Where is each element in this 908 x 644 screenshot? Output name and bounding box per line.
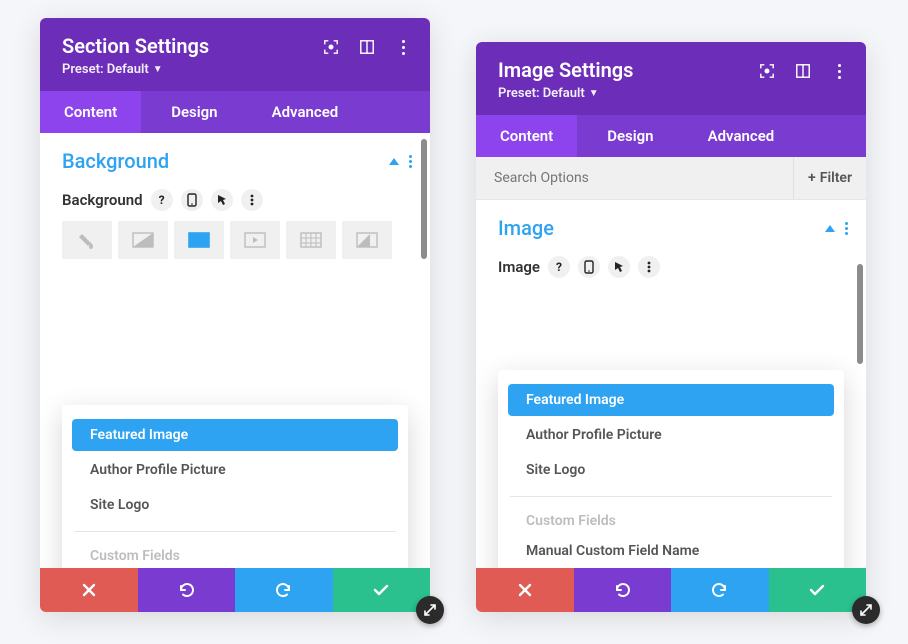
scrollbar-thumb[interactable]: [421, 139, 427, 259]
cancel-button[interactable]: [40, 568, 138, 612]
tabs: Content Design Advanced: [476, 115, 866, 157]
panel-body: + Filter Image Image ?: [476, 157, 866, 612]
cursor-icon[interactable]: [211, 189, 233, 211]
option-more-icon[interactable]: [241, 189, 263, 211]
tab-advanced[interactable]: Advanced: [248, 91, 363, 133]
tab-design[interactable]: Design: [577, 115, 683, 157]
search-row: + Filter: [476, 157, 866, 200]
filter-label: Filter: [820, 170, 852, 186]
search-input[interactable]: [476, 157, 793, 199]
section-header-icons: [389, 155, 412, 168]
scrollbar-thumb[interactable]: [857, 264, 863, 364]
section-more-icon[interactable]: [409, 155, 412, 168]
device-icon[interactable]: [578, 256, 600, 278]
focus-icon[interactable]: [758, 62, 776, 80]
confirm-button[interactable]: [333, 568, 431, 612]
scroll-area: Image Image ? Featu: [476, 200, 866, 568]
plus-icon: +: [808, 170, 816, 186]
dynamic-content-dropdown: Featured Image Author Profile Picture Si…: [498, 370, 844, 568]
preset-dropdown[interactable]: Preset: Default ▼: [62, 62, 209, 77]
header-titles: Section Settings Preset: Default ▼: [62, 34, 209, 77]
dropdown-item[interactable]: Manual Custom Field Name: [508, 535, 834, 567]
section-header: Image: [476, 200, 866, 250]
columns-icon[interactable]: [358, 38, 376, 56]
footer-actions: [40, 568, 430, 612]
dropdown-item[interactable]: Author Profile Picture: [72, 454, 398, 486]
divider: [510, 496, 832, 497]
focus-icon[interactable]: [322, 38, 340, 56]
cursor-icon[interactable]: [608, 256, 630, 278]
option-label: Background: [62, 191, 143, 209]
dropdown-item[interactable]: Featured Image: [508, 384, 834, 416]
background-type-tiles: [40, 221, 430, 269]
background-option-row: Background ?: [40, 183, 430, 221]
bg-mask-tile[interactable]: [342, 221, 392, 259]
panel-header: Image Settings Preset: Default ▼: [476, 42, 866, 115]
tab-design[interactable]: Design: [141, 91, 247, 133]
image-option-row: Image ?: [476, 250, 866, 288]
section-header-icons: [825, 222, 848, 235]
header-action-icons: [322, 38, 412, 56]
section-header: Background: [40, 133, 430, 183]
help-icon[interactable]: ?: [151, 189, 173, 211]
panel-header: Section Settings Preset: Default ▼: [40, 18, 430, 91]
tab-content[interactable]: Content: [476, 115, 577, 157]
scroll-area: Background Background ?: [40, 133, 430, 568]
dropdown-item[interactable]: Author Profile Picture: [508, 419, 834, 451]
preset-dropdown[interactable]: Preset: Default ▼: [498, 86, 633, 101]
tabs: Content Design Advanced: [40, 91, 430, 133]
option-label: Image: [498, 258, 540, 276]
image-settings-panel: Image Settings Preset: Default ▼ Content…: [476, 42, 866, 612]
bg-gradient-tile[interactable]: [118, 221, 168, 259]
tab-advanced[interactable]: Advanced: [684, 115, 799, 157]
caret-down-icon: ▼: [589, 88, 599, 99]
section-title[interactable]: Background: [62, 149, 169, 173]
expand-fab[interactable]: [416, 596, 444, 624]
cancel-button[interactable]: [476, 568, 574, 612]
expand-fab[interactable]: [852, 596, 880, 624]
bg-color-tile[interactable]: [62, 221, 112, 259]
redo-button[interactable]: [235, 568, 333, 612]
help-icon[interactable]: ?: [548, 256, 570, 278]
undo-button[interactable]: [138, 568, 236, 612]
panel-body: Background Background ?: [40, 133, 430, 612]
tab-content[interactable]: Content: [40, 91, 141, 133]
filter-button[interactable]: + Filter: [793, 157, 866, 199]
device-icon[interactable]: [181, 189, 203, 211]
dynamic-content-dropdown: Featured Image Author Profile Picture Si…: [62, 405, 408, 568]
section-more-icon[interactable]: [845, 222, 848, 235]
header-titles: Image Settings Preset: Default ▼: [498, 58, 633, 101]
section-title[interactable]: Image: [498, 216, 554, 240]
dropdown-group-label: Custom Fields: [508, 507, 834, 535]
dropdown-item[interactable]: Featured Image: [72, 419, 398, 451]
section-settings-panel: Section Settings Preset: Default ▼ Conte…: [40, 18, 430, 612]
bg-video-tile[interactable]: [230, 221, 280, 259]
redo-button[interactable]: [671, 568, 769, 612]
more-icon[interactable]: [830, 62, 848, 80]
chevron-up-icon[interactable]: [389, 158, 399, 165]
footer-actions: [476, 568, 866, 612]
confirm-button[interactable]: [769, 568, 867, 612]
dropdown-group-label: Custom Fields: [72, 542, 398, 568]
panel-title: Image Settings: [498, 58, 633, 82]
more-icon[interactable]: [394, 38, 412, 56]
dropdown-item[interactable]: Site Logo: [72, 489, 398, 521]
option-more-icon[interactable]: [638, 256, 660, 278]
header-action-icons: [758, 62, 848, 80]
caret-down-icon: ▼: [153, 64, 163, 75]
columns-icon[interactable]: [794, 62, 812, 80]
bg-image-tile[interactable]: [174, 221, 224, 259]
divider: [74, 531, 396, 532]
undo-button[interactable]: [574, 568, 672, 612]
panel-title: Section Settings: [62, 34, 209, 58]
chevron-up-icon[interactable]: [825, 225, 835, 232]
dropdown-item[interactable]: Site Logo: [508, 454, 834, 486]
preset-label: Preset: Default: [62, 62, 149, 77]
preset-label: Preset: Default: [498, 86, 585, 101]
bg-pattern-tile[interactable]: [286, 221, 336, 259]
